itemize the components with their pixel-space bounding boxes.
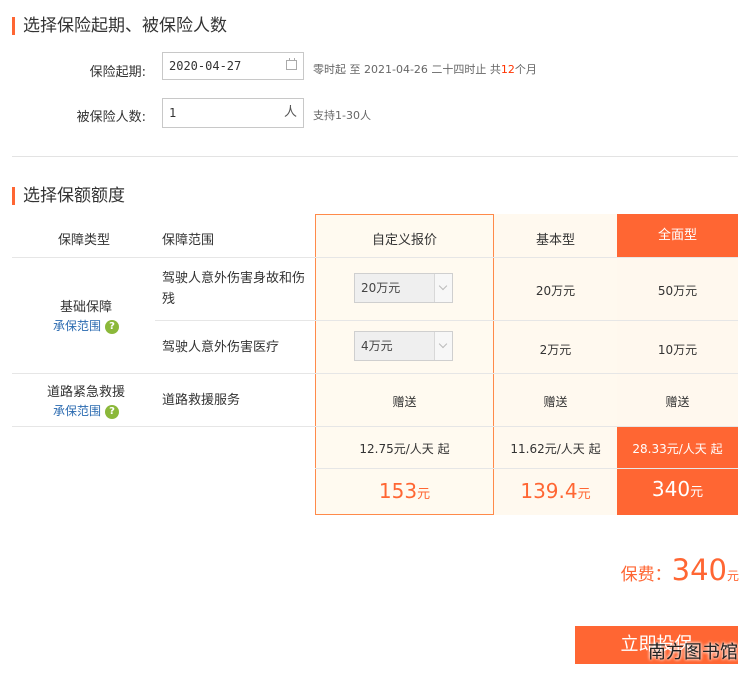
custom-medical-select[interactable]: 4万元 xyxy=(354,331,453,361)
row-divider xyxy=(155,320,738,321)
coverage-scope-link[interactable]: 承保范围 xyxy=(53,319,101,333)
section-divider xyxy=(12,156,738,157)
period-months: 12 xyxy=(500,63,515,76)
start-date-value: 2020-04-27 xyxy=(169,59,242,73)
basic-road-value: 赠送 xyxy=(543,395,568,409)
basic-medical-value: 2万元 xyxy=(539,343,572,357)
basic-per-day-price: 11.62元/人天 起 xyxy=(510,442,601,456)
header-custom-quote[interactable]: 自定义报价 xyxy=(315,229,494,248)
help-icon[interactable]: ? xyxy=(105,319,119,334)
currency-unit: 元 xyxy=(417,487,431,502)
basic-plan-column[interactable] xyxy=(494,214,617,515)
currency-unit: 元 xyxy=(577,487,591,502)
category-basic: 基础保障 承保范围? xyxy=(26,298,146,336)
custom-death-select[interactable]: 20万元 xyxy=(354,273,453,303)
row-divider xyxy=(12,257,738,258)
section-title-coverage: 选择保额额度 xyxy=(12,187,125,205)
premium-unit: 元 xyxy=(726,569,739,583)
basic-total-value: 139.4 xyxy=(520,479,578,503)
category-road: 道路紧急救援 承保范围? xyxy=(26,383,146,421)
period-hint-prefix: 零时起 至 2021-04-26 二十四时止 共 xyxy=(313,63,501,76)
premium-summary: 保费：340元 xyxy=(621,553,739,587)
category-road-name: 道路紧急救援 xyxy=(46,385,125,400)
chevron-down-icon[interactable] xyxy=(434,274,452,302)
row-divider xyxy=(315,468,738,469)
full-total: 340元 xyxy=(617,477,738,501)
period-hint-suffix: 个月 xyxy=(514,63,537,76)
watermark-text: 南方图书馆 xyxy=(648,642,738,663)
custom-total-value: 153 xyxy=(378,479,418,503)
period-hint: 零时起 至 2021-04-26 二十四时止 共12个月 xyxy=(313,61,537,77)
insured-count-input[interactable]: 1 人 xyxy=(162,98,304,128)
custom-road-value: 赠送 xyxy=(392,395,417,409)
calendar-icon[interactable] xyxy=(286,58,297,70)
coverage-scope-link[interactable]: 承保范围 xyxy=(53,404,101,418)
section-title-date-people: 选择保险起期、被保险人数 xyxy=(12,17,227,35)
insured-count-value: 1 xyxy=(169,106,177,120)
full-death-value: 50万元 xyxy=(657,284,698,298)
basic-death-value: 20万元 xyxy=(535,284,576,298)
custom-total: 153元 xyxy=(315,479,494,503)
premium-label: 保费： xyxy=(620,565,672,585)
basic-total: 139.4元 xyxy=(494,479,617,503)
full-plan-header[interactable]: 全面型 xyxy=(617,214,738,257)
header-coverage-type: 保障类型 xyxy=(58,233,111,248)
chevron-down-icon[interactable] xyxy=(434,332,452,360)
custom-medical-value: 4万元 xyxy=(361,339,393,353)
scope-medical: 驾驶人意外伤害医疗 xyxy=(162,340,280,355)
scope-road-rescue: 道路救援服务 xyxy=(162,393,241,408)
row-divider xyxy=(12,373,738,374)
insured-count-label: 被保险人数: xyxy=(76,110,146,125)
help-icon[interactable]: ? xyxy=(105,404,119,419)
full-per-day-price: 28.33元/人天 起 xyxy=(632,442,723,456)
header-basic-plan[interactable]: 基本型 xyxy=(494,229,617,248)
row-divider xyxy=(12,426,738,427)
header-coverage-scope: 保障范围 xyxy=(162,233,215,248)
custom-per-day-price: 12.75元/人天 起 xyxy=(359,442,450,456)
full-road-value: 赠送 xyxy=(665,395,690,409)
full-total-value: 340 xyxy=(651,477,691,501)
category-basic-name: 基础保障 xyxy=(59,300,112,315)
custom-death-value: 20万元 xyxy=(361,281,401,295)
premium-value: 340 xyxy=(671,553,727,587)
currency-unit: 元 xyxy=(690,485,704,500)
full-medical-value: 10万元 xyxy=(657,343,698,357)
insured-hint: 支持1-30人 xyxy=(313,109,371,122)
start-date-label: 保险起期: xyxy=(89,65,146,80)
custom-plan-column[interactable] xyxy=(315,214,494,515)
start-date-input[interactable]: 2020-04-27 xyxy=(162,52,304,80)
insured-unit: 人 xyxy=(283,105,297,120)
scope-death-disability: 驾驶人意外伤害身故和伤残 xyxy=(162,271,306,307)
